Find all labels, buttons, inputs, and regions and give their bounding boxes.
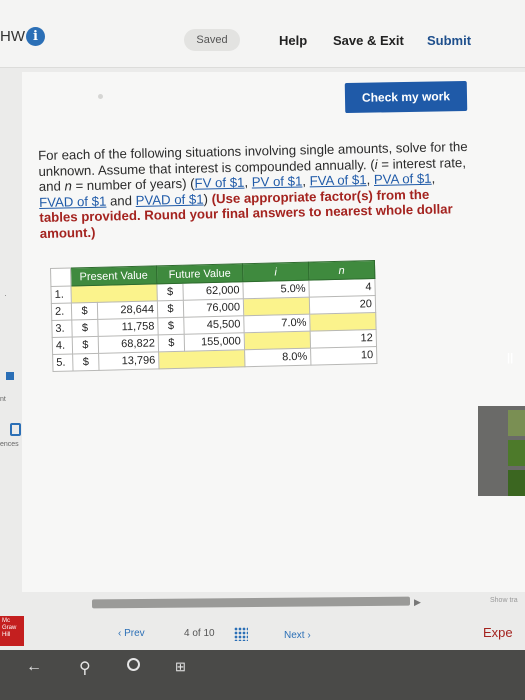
row-number: 4.	[52, 336, 73, 355]
values-table-wrapper: Present Value Future Value i n 1. $ 62,0…	[50, 260, 377, 372]
fv-value: 76,000	[183, 298, 244, 318]
fv-dollar: $	[157, 317, 185, 335]
browser-screen: HW i Saved Help Save & Exit Submit Check…	[0, 0, 525, 650]
header-future-value: Future Value	[156, 263, 243, 284]
submit-button[interactable]: Submit	[427, 33, 471, 48]
i-input[interactable]	[244, 331, 311, 350]
n-value: 10	[310, 346, 377, 366]
n-value: 12	[310, 329, 377, 349]
row-number: 2.	[51, 302, 72, 321]
pv-value: 13,796	[98, 351, 159, 371]
next-button[interactable]: Next ›	[284, 630, 340, 641]
right-thumbnail	[508, 410, 525, 436]
help-button[interactable]: Help	[279, 33, 307, 48]
fv-dollar: $	[158, 334, 185, 352]
loading-dot-icon	[98, 94, 103, 99]
values-table: Present Value Future Value i n 1. $ 62,0…	[50, 260, 377, 372]
saved-status: Saved	[184, 29, 240, 51]
top-bar: HW i Saved Help Save & Exit Submit	[0, 0, 525, 68]
i-value: 7.0%	[243, 314, 311, 333]
hw-label: HW	[0, 28, 25, 45]
scroll-right-arrow-icon[interactable]: ▶	[414, 597, 421, 608]
search-icon[interactable]: ⚲	[79, 658, 91, 678]
header-present-value: Present Value	[70, 265, 157, 286]
header-i: i	[242, 262, 309, 282]
fv-value: 45,500	[183, 315, 245, 335]
save-exit-button[interactable]: Save & Exit	[333, 33, 404, 48]
link-fva-of-1[interactable]: FVA of $1	[309, 172, 366, 188]
show-transcript-label[interactable]: Show tra	[490, 597, 518, 604]
grid-icon[interactable]	[234, 627, 248, 641]
fv-value: 155,000	[184, 332, 245, 352]
info-icon[interactable]: i	[26, 27, 45, 46]
pv-value: 11,758	[97, 317, 159, 337]
question-text: For each of the following situations inv…	[38, 139, 470, 242]
n-definition: = number of years) (	[71, 175, 195, 194]
separator: and	[106, 192, 136, 209]
i-input[interactable]	[243, 297, 310, 316]
taskbar: ← ⚲ ⊞	[0, 650, 525, 700]
pv-dollar: $	[71, 302, 98, 320]
fv-dollar: $	[157, 300, 184, 318]
link-pvad-of-1[interactable]: PVAD of $1	[135, 191, 203, 207]
task-view-icon[interactable]: ⊞	[175, 659, 186, 675]
expert-label[interactable]: Expe	[483, 625, 513, 640]
pv-dollar: $	[72, 336, 99, 354]
pv-value: 68,822	[98, 334, 159, 354]
header-n: n	[308, 260, 375, 281]
right-thumbnail	[508, 470, 525, 496]
row-number: 3.	[51, 319, 73, 338]
left-dot-icon	[6, 372, 14, 380]
link-pva-of-1[interactable]: PVA of $1	[374, 171, 432, 187]
references-icon[interactable]	[10, 423, 21, 436]
right-bars-icon: ||	[507, 352, 514, 364]
header-blank	[50, 267, 71, 287]
fv-value: 62,000	[182, 281, 244, 301]
prev-button[interactable]: ‹ Prev	[118, 628, 166, 639]
link-fvad-of-1[interactable]: FVAD of $1	[39, 193, 106, 209]
i-value: 5.0%	[242, 280, 310, 299]
pv-input[interactable]	[70, 283, 158, 303]
row-number: 5.	[52, 353, 74, 372]
horizontal-scrollbar[interactable]	[91, 596, 411, 609]
fv-input[interactable]	[158, 349, 245, 369]
link-fv-of-1[interactable]: FV of $1	[194, 175, 244, 191]
mcgraw-hill-logo: Mc Graw Hill	[0, 616, 24, 646]
references-label[interactable]: ences	[0, 441, 19, 448]
pv-dollar: $	[71, 319, 99, 337]
left-nav-label[interactable]: nt	[0, 396, 6, 403]
cortana-circle-icon[interactable]	[127, 658, 140, 671]
i-value: 8.0%	[244, 348, 311, 367]
separator: ,	[431, 170, 436, 186]
n-value: 4	[308, 278, 376, 298]
page-count: 4 of 10	[184, 628, 215, 639]
check-my-work-button[interactable]: Check my work	[344, 80, 468, 114]
link-pv-of-1[interactable]: PV of $1	[252, 174, 303, 190]
pv-value: 28,644	[97, 300, 158, 320]
right-thumbnail	[508, 440, 525, 466]
n-value: 20	[309, 295, 376, 315]
fv-dollar: $	[156, 283, 184, 301]
pv-dollar: $	[72, 353, 100, 371]
back-arrow-icon[interactable]: ←	[26, 658, 42, 676]
row-number: 1.	[50, 285, 72, 304]
n-input[interactable]	[309, 312, 377, 332]
left-marker: ·	[4, 290, 7, 300]
